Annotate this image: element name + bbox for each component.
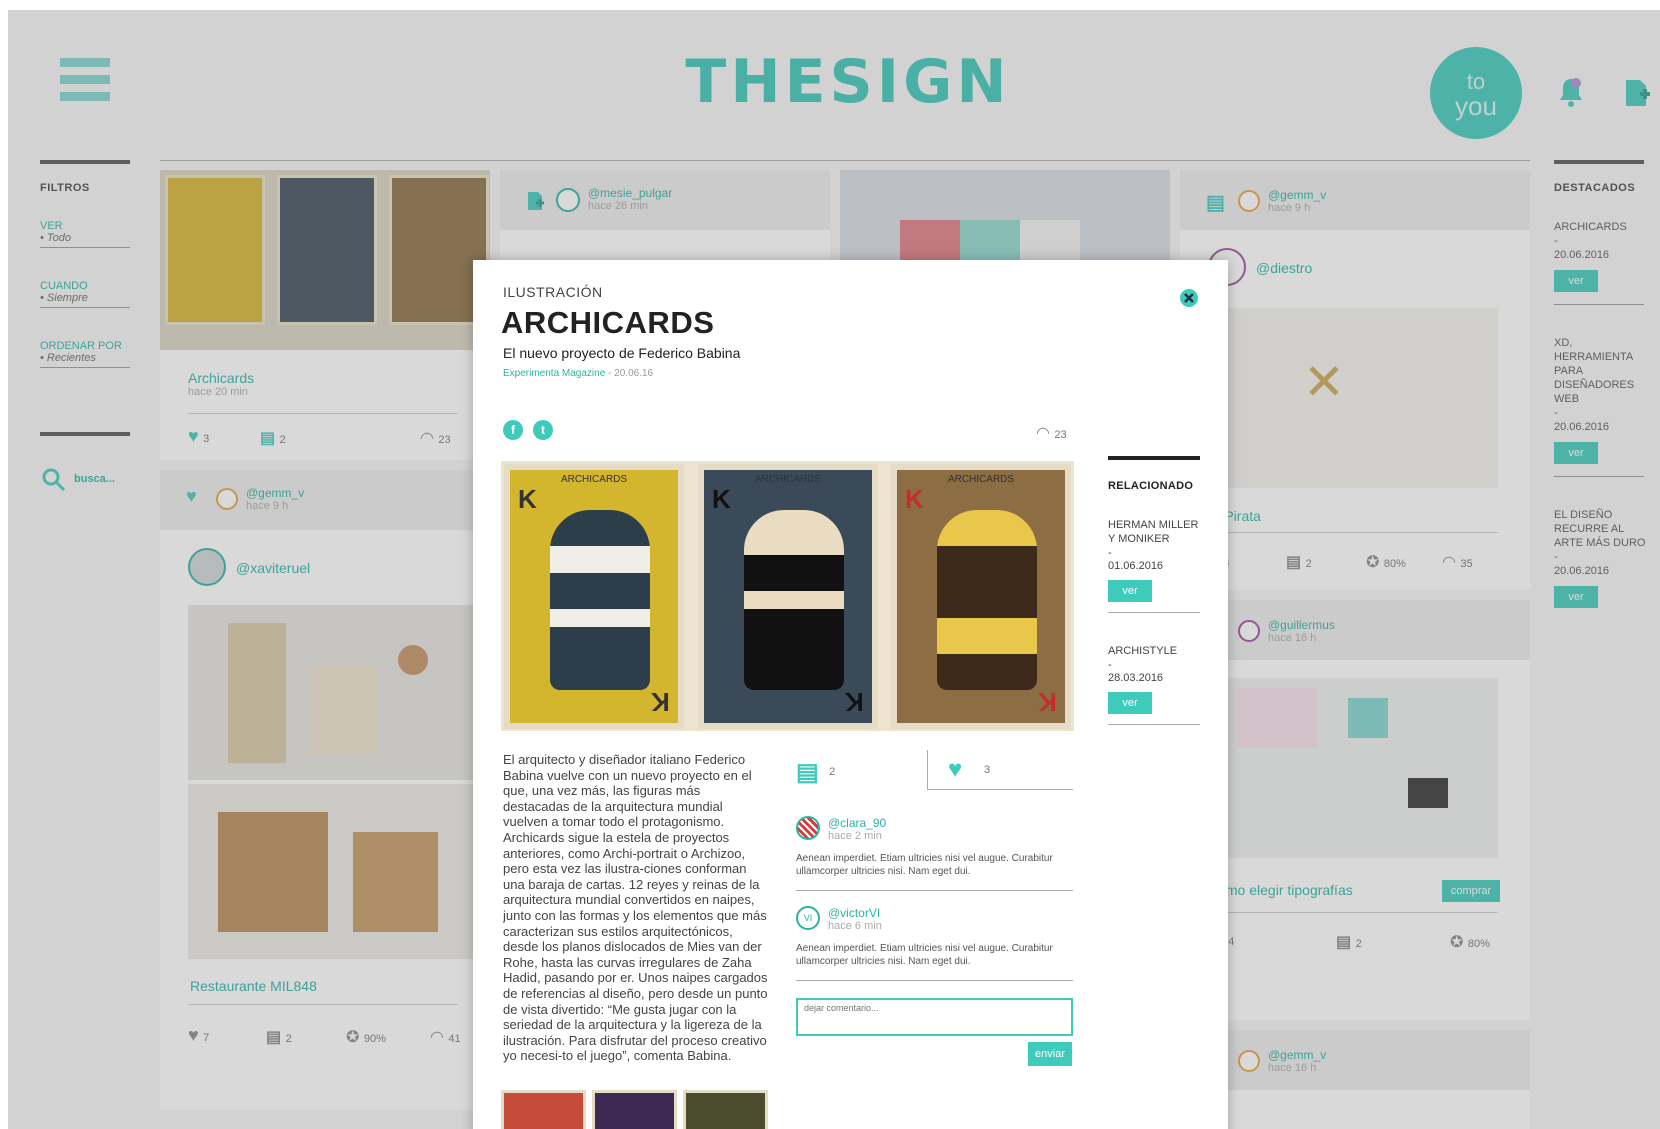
related-item-date: 28.03.2016 xyxy=(1108,672,1164,684)
comment-input[interactable] xyxy=(796,998,1073,1036)
related-ver-button[interactable]: ver xyxy=(1108,580,1152,602)
comments-tab[interactable]: ▤ 2 xyxy=(796,758,835,787)
article-image: ARCHICARDS K K ARCHICARDS K K ARCHICARDS… xyxy=(501,461,1074,731)
related-ver-button[interactable]: ver xyxy=(1108,692,1152,714)
views-icon: ◠ xyxy=(1036,425,1050,442)
page: THESIGN to you FILTROS VER • Todo CUANDO… xyxy=(8,10,1660,1129)
comment-avatar[interactable] xyxy=(796,816,820,840)
comment-text: Aenean imperdiet. Etiam ultricies nisi v… xyxy=(796,943,1053,967)
thumbnail-card-red[interactable] xyxy=(501,1090,586,1129)
related-item-date: 01.06.2016 xyxy=(1108,560,1164,572)
card-rank: K xyxy=(651,687,670,717)
article-modal: ILUSTRACIÓN ARCHICARDS El nuevo proyecto… xyxy=(473,260,1228,1129)
king-card-yellow: ARCHICARDS K K xyxy=(504,464,684,729)
card-rank: K xyxy=(905,484,924,514)
divider xyxy=(1108,724,1200,725)
divider xyxy=(1108,612,1200,613)
comment-time: hace 2 min xyxy=(828,830,882,842)
card-rank: K xyxy=(518,484,537,514)
comment-icon: ▤ xyxy=(796,759,819,786)
article-title: ARCHICARDS xyxy=(501,305,715,340)
article-source: Experimenta Magazine - 20.06.16 xyxy=(503,368,653,379)
related-item-title: HERMAN MILLER Y MONIKER xyxy=(1108,519,1199,545)
facebook-icon[interactable]: f xyxy=(503,420,523,440)
related-item-title: ARCHISTYLE xyxy=(1108,645,1178,657)
king-card-blue: ARCHICARDS K K xyxy=(698,464,878,729)
thumbnail-card-purple[interactable] xyxy=(592,1090,677,1129)
likes-count: 3 xyxy=(984,764,991,776)
comment-time: hace 6 min xyxy=(828,920,882,932)
related-title: RELACIONADO xyxy=(1108,480,1194,492)
article-body: El arquitecto y diseñador italiano Feder… xyxy=(503,752,768,1064)
comment-text: Aenean imperdiet. Etiam ultricies nisi v… xyxy=(796,853,1053,877)
related-top-bar xyxy=(1108,456,1200,460)
architect-figure xyxy=(550,510,650,690)
card-rank: K xyxy=(1038,687,1057,717)
related-item[interactable]: HERMAN MILLER Y MONIKER - 01.06.2016 ver xyxy=(1108,518,1200,613)
article-views: ◠ 23 xyxy=(1036,423,1067,443)
architect-figure xyxy=(744,510,844,690)
article-subtitle: El nuevo proyecto de Federico Babina xyxy=(503,345,741,361)
send-button[interactable]: enviar xyxy=(1028,1042,1072,1066)
related-separator: - xyxy=(1108,659,1112,671)
article-category: ILUSTRACIÓN xyxy=(503,284,603,300)
related-item[interactable]: ARCHISTYLE - 28.03.2016 ver xyxy=(1108,644,1200,725)
architect-figure xyxy=(937,510,1037,690)
card-rank: K xyxy=(712,484,731,514)
comments-count: 2 xyxy=(829,766,836,778)
source-date: - 20.06.16 xyxy=(605,368,654,379)
close-icon[interactable] xyxy=(1179,288,1199,308)
thumbnail-card-olive[interactable] xyxy=(683,1090,768,1129)
related-separator: - xyxy=(1108,547,1112,559)
comment-user[interactable]: @clara_90 xyxy=(828,816,886,830)
card-rank: K xyxy=(845,687,864,717)
divider xyxy=(796,980,1073,981)
heart-icon: ♥ xyxy=(948,756,963,783)
king-card-brown: ARCHICARDS K K xyxy=(891,464,1071,729)
comment-avatar[interactable]: VI xyxy=(796,906,820,930)
divider xyxy=(796,890,1073,891)
comment-user[interactable]: @victorVI xyxy=(828,906,880,920)
source-link[interactable]: Experimenta Magazine xyxy=(503,368,605,379)
likes-tab[interactable]: ♥ 3 xyxy=(927,750,1073,790)
twitter-icon[interactable]: t xyxy=(533,420,553,440)
views-count: 23 xyxy=(1054,429,1067,441)
